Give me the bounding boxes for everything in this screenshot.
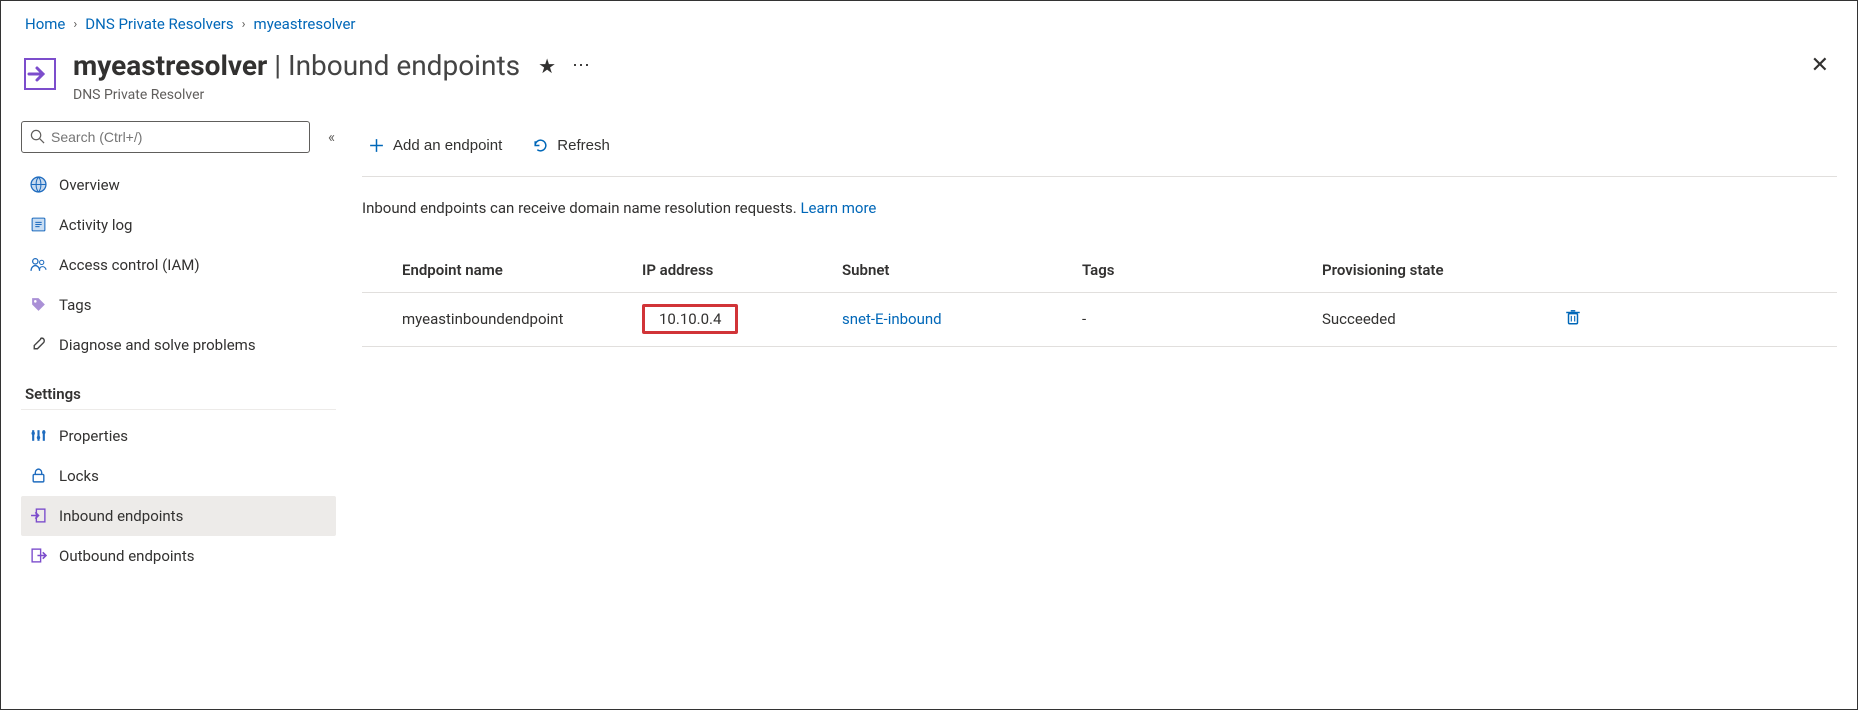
sidebar-item-locks[interactable]: Locks: [21, 456, 336, 496]
button-label: Add an endpoint: [393, 137, 502, 154]
button-label: Refresh: [557, 137, 610, 154]
resource-icon: [23, 55, 61, 93]
learn-more-link[interactable]: Learn more: [800, 199, 876, 217]
sidebar-item-label: Access control (IAM): [59, 256, 200, 274]
description-text: Inbound endpoints can receive domain nam…: [362, 199, 1837, 217]
breadcrumb-home[interactable]: Home: [25, 15, 65, 33]
page-header: myeastresolver | Inbound endpoints ★ ⋯ D…: [1, 43, 1857, 121]
people-icon: [29, 256, 47, 274]
blade-name: Inbound endpoints: [288, 49, 520, 82]
sidebar-item-diagnose[interactable]: Diagnose and solve problems: [21, 325, 336, 365]
sidebar-section-settings: Settings: [25, 385, 336, 403]
close-icon[interactable]: ✕: [1811, 53, 1829, 78]
cell-ip-address: 10.10.0.4: [642, 304, 842, 334]
inbound-icon: [29, 507, 47, 525]
sidebar-item-overview[interactable]: Overview: [21, 165, 336, 205]
sidebar-item-inbound-endpoints[interactable]: Inbound endpoints: [21, 496, 336, 536]
sidebar-item-label: Activity log: [59, 216, 132, 234]
resource-name: myeastresolver: [73, 49, 267, 82]
chevron-right-icon: ›: [73, 17, 77, 32]
sidebar-item-label: Inbound endpoints: [59, 507, 183, 525]
toolbar: Add an endpoint Refresh: [362, 121, 1837, 176]
chevron-right-icon: ›: [242, 17, 246, 32]
col-header-state: Provisioning state: [1322, 261, 1522, 279]
favorite-star-icon[interactable]: ★: [538, 54, 556, 78]
breadcrumb-current[interactable]: myeastresolver: [254, 15, 356, 33]
wrench-icon: [29, 336, 47, 354]
collapse-sidebar-icon[interactable]: «: [328, 128, 332, 146]
add-endpoint-button[interactable]: Add an endpoint: [362, 133, 508, 158]
cell-state: Succeeded: [1322, 310, 1522, 328]
sidebar-item-access-control[interactable]: Access control (IAM): [21, 245, 336, 285]
sidebar-item-properties[interactable]: Properties: [21, 416, 336, 456]
search-icon: [30, 129, 45, 144]
plus-icon: [368, 137, 385, 154]
divider: [362, 176, 1837, 177]
table-row: myeastinboundendpoint 10.10.0.4 snet-E-i…: [362, 293, 1837, 347]
log-icon: [29, 216, 47, 234]
cell-tags: -: [1082, 310, 1322, 328]
outbound-icon: [29, 547, 47, 565]
refresh-icon: [532, 137, 549, 154]
globe-icon: [29, 176, 47, 194]
main-content: Add an endpoint Refresh Inbound endpoint…: [336, 121, 1857, 576]
sidebar-item-activity-log[interactable]: Activity log: [21, 205, 336, 245]
more-actions-icon[interactable]: ⋯: [572, 55, 590, 77]
properties-icon: [29, 427, 47, 445]
sidebar-item-label: Properties: [59, 427, 128, 445]
ip-highlight: 10.10.0.4: [642, 304, 738, 334]
col-header-name: Endpoint name: [402, 261, 642, 279]
search-input[interactable]: [51, 129, 301, 145]
sidebar-item-label: Overview: [59, 176, 120, 194]
breadcrumb: Home › DNS Private Resolvers › myeastres…: [1, 1, 1857, 43]
page-title: myeastresolver | Inbound endpoints ★ ⋯: [73, 49, 1835, 83]
col-header-tags: Tags: [1082, 261, 1322, 279]
refresh-button[interactable]: Refresh: [526, 133, 616, 158]
col-header-subnet: Subnet: [842, 261, 1082, 279]
sidebar-item-label: Outbound endpoints: [59, 547, 194, 565]
cell-subnet-link[interactable]: snet-E-inbound: [842, 310, 1082, 328]
table-header-row: Endpoint name IP address Subnet Tags Pro…: [362, 249, 1837, 293]
endpoints-table: Endpoint name IP address Subnet Tags Pro…: [362, 249, 1837, 347]
resource-type: DNS Private Resolver: [73, 87, 1835, 103]
trash-icon: [1564, 308, 1582, 326]
cell-endpoint-name: myeastinboundendpoint: [402, 310, 642, 328]
lock-icon: [29, 467, 47, 485]
sidebar-item-tags[interactable]: Tags: [21, 285, 336, 325]
col-header-ip: IP address: [642, 261, 842, 279]
sidebar-item-outbound-endpoints[interactable]: Outbound endpoints: [21, 536, 336, 576]
sidebar-item-label: Tags: [59, 296, 91, 314]
sidebar-item-label: Diagnose and solve problems: [59, 336, 256, 354]
delete-row-button[interactable]: [1564, 308, 1582, 330]
breadcrumb-resolvers[interactable]: DNS Private Resolvers: [85, 15, 233, 33]
sidebar-search[interactable]: [21, 121, 310, 153]
sidebar: « Overview Activity log Access control (…: [1, 121, 336, 576]
sidebar-item-label: Locks: [59, 467, 99, 485]
divider: [21, 409, 336, 410]
tag-icon: [29, 296, 47, 314]
